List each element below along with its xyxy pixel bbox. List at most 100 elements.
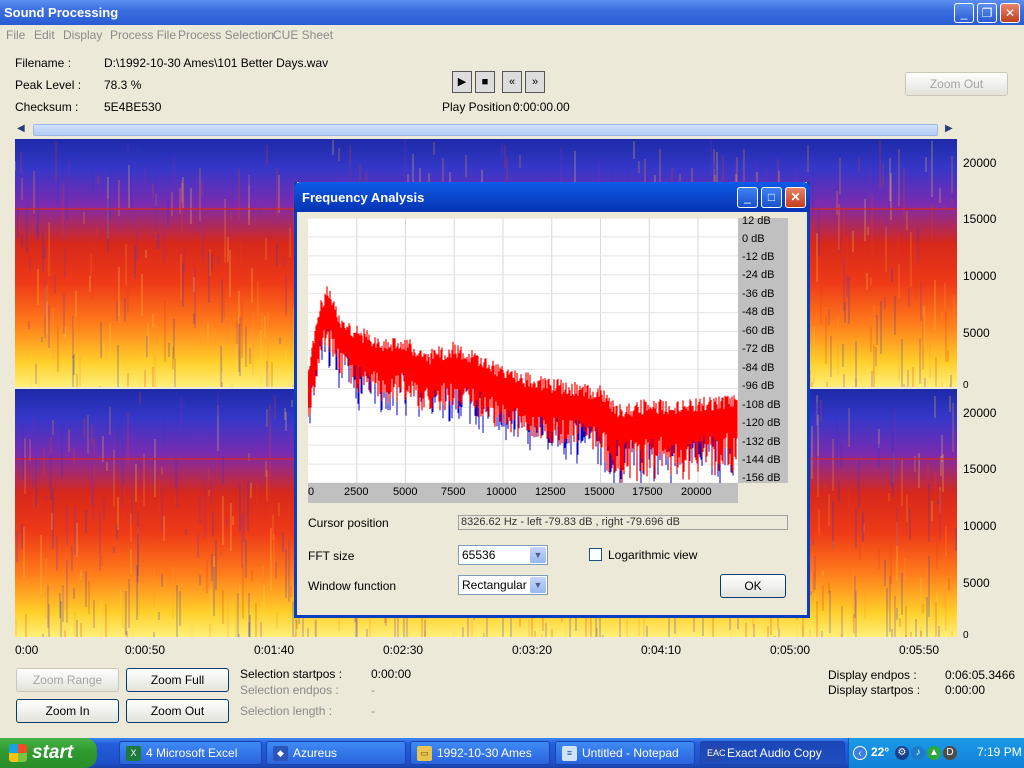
menu-process-selection[interactable]: Process Selection — [178, 28, 274, 42]
selection-endpos-value: - — [371, 683, 375, 697]
checksum-label: Checksum : — [15, 100, 79, 114]
selection-length-label: Selection length : — [240, 704, 333, 718]
play-position-label: Play Position : — [442, 100, 519, 114]
menu-process-file[interactable]: Process File — [110, 28, 176, 42]
zoom-out-button[interactable]: Zoom Out — [126, 699, 229, 723]
db-label: -24 dB — [742, 269, 775, 281]
freq-label-top-15000: 15000 — [963, 212, 997, 226]
zoom-out-top-button[interactable]: Zoom Out — [905, 72, 1008, 96]
tray-volume-icon[interactable]: ♪ — [911, 746, 925, 760]
task-label: 4 Microsoft Excel — [146, 746, 238, 760]
window-function-label: Window function — [308, 579, 397, 593]
cursor-position-label: Cursor position — [308, 516, 389, 530]
folder-icon: ▭ — [417, 746, 432, 761]
chevron-down-icon[interactable]: ▼ — [530, 577, 546, 593]
x-tick-label: 20000 — [681, 486, 712, 498]
dialog-titlebar: Frequency Analysis _ □ ✕ — [294, 182, 810, 212]
task-azureus[interactable]: ◆ Azureus — [266, 741, 406, 765]
time-label: 0:05:50 — [899, 643, 940, 657]
peak-level-value: 78.3 % — [104, 78, 142, 92]
x-tick-label: 7500 — [441, 486, 466, 498]
frequency-x-axis: 0 2500 5000 7500 10000 12500 15000 17500… — [308, 483, 738, 503]
db-label: 0 dB — [742, 233, 765, 245]
tray-network-icon[interactable]: ▲ — [927, 746, 941, 760]
scroll-thumb[interactable] — [33, 124, 938, 136]
db-label: -36 dB — [742, 288, 775, 300]
fft-size-value: 65536 — [462, 548, 496, 562]
x-tick-label: 0 — [308, 486, 315, 498]
window-function-select[interactable]: Rectangular ▼ — [458, 575, 548, 595]
menu-edit[interactable]: Edit — [34, 28, 55, 42]
tray-temperature: 22° — [871, 745, 890, 759]
display-endpos-label: Display endpos : — [828, 668, 917, 682]
task-exact-audio-copy[interactable]: EAC Exact Audio Copy — [700, 741, 845, 765]
fast-forward-button[interactable]: » — [525, 71, 545, 93]
selection-startpos-label: Selection startpos : — [240, 667, 343, 681]
task-label: Exact Audio Copy — [727, 746, 822, 760]
selection-length-value: - — [371, 704, 375, 718]
time-label: 0:03:20 — [512, 643, 553, 657]
display-endpos-value: 0:06:05.3466 — [945, 668, 1016, 682]
db-label: 12 dB — [742, 215, 771, 227]
logarithmic-view-checkbox[interactable] — [589, 548, 602, 561]
zoom-range-button[interactable]: Zoom Range — [16, 668, 119, 692]
scroll-right-icon[interactable]: ▶ — [945, 123, 953, 134]
menu-cue-sheet[interactable]: CUE Sheet — [273, 28, 333, 42]
db-label: -108 dB — [742, 399, 781, 411]
task-label: 1992-10-30 Ames — [437, 746, 532, 760]
minimize-button[interactable]: _ — [954, 3, 974, 23]
time-label: 0:00:50 — [125, 643, 166, 657]
db-label: -144 dB — [742, 454, 781, 466]
dialog-close-button[interactable]: ✕ — [785, 187, 806, 208]
time-label: 0:02:30 — [383, 643, 424, 657]
start-button[interactable]: start — [0, 738, 97, 768]
maximize-button[interactable]: ❐ — [977, 3, 997, 23]
menu-file[interactable]: File — [6, 28, 25, 42]
scroll-left-icon[interactable]: ◀ — [17, 123, 25, 134]
close-button[interactable]: ✕ — [1000, 3, 1020, 23]
cursor-position-field: 8326.62 Hz - left -79.83 dB , right -79.… — [458, 515, 788, 530]
selection-endpos-label: Selection endpos : — [240, 683, 339, 697]
tray-daemon-icon[interactable]: D — [943, 746, 957, 760]
fft-size-select[interactable]: 65536 ▼ — [458, 545, 548, 565]
task-excel[interactable]: X 4 Microsoft Excel — [119, 741, 262, 765]
x-tick-label: 17500 — [632, 486, 663, 498]
filename-label: Filename : — [15, 56, 72, 70]
system-tray: ‹ 22° ⚙ ♪ ▲ D 7:19 PM — [848, 738, 1024, 768]
selection-startpos-value: 0:00:00 — [371, 667, 412, 681]
rewind-button[interactable]: « — [502, 71, 522, 93]
freq-label-bot-20000: 20000 — [963, 406, 997, 420]
horizontal-scrollbar[interactable]: ◀ ▶ — [15, 123, 957, 137]
play-position-value: 0:00:00.00 — [513, 100, 570, 114]
db-label: -156 dB — [742, 472, 781, 484]
chevron-down-icon[interactable]: ▼ — [530, 547, 546, 563]
db-label: -132 dB — [742, 436, 781, 448]
excel-icon: X — [126, 746, 141, 761]
menu-display[interactable]: Display — [63, 28, 102, 42]
zoom-full-button[interactable]: Zoom Full — [126, 668, 229, 692]
task-folder[interactable]: ▭ 1992-10-30 Ames — [410, 741, 550, 765]
dialog-maximize-button[interactable]: □ — [761, 187, 782, 208]
zoom-in-button[interactable]: Zoom In — [16, 699, 119, 723]
tray-app-icon[interactable]: ⚙ — [895, 746, 909, 760]
freq-label-bot-0: 0 — [963, 630, 969, 641]
display-startpos-value: 0:00:00 — [945, 683, 986, 697]
freq-label-bot-15000: 15000 — [963, 462, 997, 476]
windows-logo-icon — [9, 744, 27, 762]
x-tick-label: 12500 — [535, 486, 566, 498]
window-titlebar: Sound Processing _ ❐ ✕ — [0, 0, 1024, 25]
ok-button[interactable]: OK — [720, 574, 786, 598]
x-tick-label: 5000 — [393, 486, 418, 498]
stop-button[interactable]: ■ — [475, 71, 495, 93]
play-button[interactable]: ▶ — [452, 71, 472, 93]
task-label: Untitled - Notepad — [582, 746, 679, 760]
freq-label-top-10000: 10000 — [963, 269, 997, 283]
tray-expand-icon[interactable]: ‹ — [853, 746, 867, 760]
dialog-minimize-button[interactable]: _ — [737, 187, 758, 208]
spectrum-plot[interactable] — [308, 218, 738, 483]
db-label: -84 dB — [742, 362, 775, 374]
fft-size-label: FFT size — [308, 549, 355, 563]
time-label: 0:05:00 — [770, 643, 811, 657]
time-label: 0:00 — [15, 643, 39, 657]
task-notepad[interactable]: ≡ Untitled - Notepad — [555, 741, 695, 765]
